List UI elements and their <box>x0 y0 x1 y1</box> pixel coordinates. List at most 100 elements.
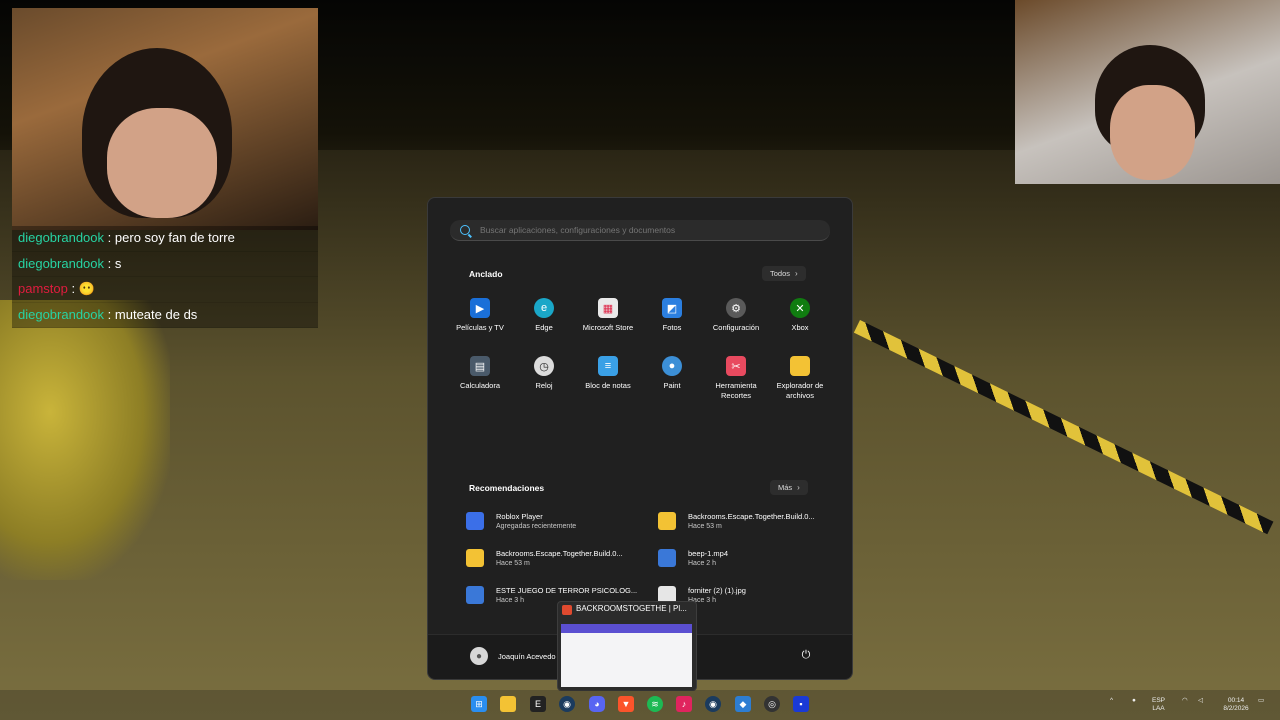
discord-icon[interactable]: ◕ <box>589 696 605 712</box>
windows-icon[interactable]: ⊞ <box>471 696 487 712</box>
chat-message: diegobrandook : pero soy fan de torre <box>12 226 318 252</box>
rec-time: Hace 53 m <box>496 560 530 567</box>
search-icon <box>460 225 470 235</box>
user-account-button[interactable]: ● Joaquín Acevedo <box>470 647 556 665</box>
epic-games-icon[interactable]: E <box>530 696 546 712</box>
pinned-app[interactable]: ▤ Calculadora <box>448 356 512 404</box>
pinned-app[interactable]: e Edge <box>512 298 576 346</box>
chat-emote: 😶 <box>78 281 95 296</box>
microphone-icon[interactable]: ● <box>1132 697 1136 705</box>
clock-time: 00:14 <box>1227 697 1245 704</box>
chat-message: diegobrandook : s <box>12 251 318 277</box>
steam-icon[interactable]: ◉ <box>705 696 721 712</box>
app-label: Configuración <box>712 323 760 332</box>
file-explorer-icon[interactable] <box>500 696 516 712</box>
start-search-input[interactable] <box>478 224 822 236</box>
tray-overflow-icon[interactable]: ^ <box>1110 697 1113 705</box>
volume-icon[interactable]: ◁ <box>1198 697 1203 705</box>
recommended-item[interactable]: beep-1.mp4 Hace 2 h <box>658 547 836 569</box>
start-search-box[interactable] <box>450 220 830 241</box>
calculator-icon: ▤ <box>470 356 490 376</box>
thumbnail-header <box>561 624 692 633</box>
chat-username: diegobrandook <box>18 255 105 271</box>
taskbar-window-preview[interactable]: BACKROOMSTOGETHE | Pl... <box>557 601 697 691</box>
clock-icon: ◷ <box>534 356 554 376</box>
pinned-apps-grid: ▶ Películas y TV e Edge ▦ Microsoft Store ◩… <box>448 298 832 404</box>
streamer-face <box>107 108 217 218</box>
steam-icon[interactable]: ◉ <box>559 696 575 712</box>
video-file-icon <box>658 549 676 567</box>
taskbar <box>0 690 1280 720</box>
pinned-app[interactable]: ▶ Películas y TV <box>448 298 512 346</box>
preview-thumbnail <box>561 624 692 687</box>
app-label: Bloc de notas <box>585 381 631 390</box>
preview-title: BACKROOMSTOGETHE | Pl... <box>576 604 687 613</box>
more-button[interactable]: Más › <box>770 480 808 495</box>
chat-username: diegobrandook <box>18 230 105 245</box>
chat-text: pero soy fan de torre <box>114 230 235 245</box>
pinned-app[interactable]: ✕ Xbox <box>768 298 832 346</box>
game-character <box>0 300 170 580</box>
user-avatar-icon: ● <box>470 647 488 665</box>
recommended-item[interactable]: Backrooms.Escape.Together.Build.0... Hace… <box>466 547 658 569</box>
all-apps-label: Todos <box>770 269 791 278</box>
rec-name: beep-1.mp4 <box>688 549 729 558</box>
brave-icon <box>562 605 572 615</box>
pinned-app[interactable]: ● Paint <box>640 356 704 404</box>
recommended-item[interactable]: Roblox Player Agregadas recientemente <box>466 510 658 532</box>
chat-message: pamstop : 😶 <box>12 277 318 303</box>
app-label: Xbox <box>791 323 809 332</box>
clock-date: 8/2/2026 <box>1223 705 1249 712</box>
defender-icon[interactable]: ◆ <box>735 696 751 712</box>
gear-icon: ⚙ <box>726 298 746 318</box>
power-icon[interactable]: ⏻ <box>800 649 812 661</box>
obs-icon[interactable]: ◎ <box>764 696 780 712</box>
streamer-face <box>1110 85 1195 180</box>
app-icon[interactable]: ▪ <box>793 696 809 712</box>
keyboard-layout: LAA <box>1152 705 1165 712</box>
app-label: Edge <box>535 323 553 332</box>
notepad-icon: ≡ <box>598 356 618 376</box>
wifi-icon[interactable]: ◠ <box>1182 697 1188 705</box>
rec-name: forniter (2) (1).jpg <box>688 586 746 595</box>
app-label: Reloj <box>535 381 553 390</box>
language-code: ESP <box>1152 697 1166 704</box>
edge-icon: e <box>534 298 554 318</box>
notifications-icon[interactable]: ▭ <box>1258 697 1264 705</box>
chat-text: muteate de ds <box>114 306 198 322</box>
rec-time: Hace 53 m <box>688 523 722 530</box>
pinned-app[interactable]: ✂ Herramienta Recortes <box>704 356 768 404</box>
rec-name: Roblox Player <box>496 512 543 521</box>
recommended-title: Recomendaciones <box>469 483 545 493</box>
pinned-app[interactable]: ◩ Fotos <box>640 298 704 346</box>
tiktok-icon[interactable]: ♪ <box>676 696 692 712</box>
chat-separator: : <box>107 230 112 245</box>
chat-separator: : <box>107 306 112 322</box>
paint-icon: ● <box>662 356 682 376</box>
photos-icon: ◩ <box>662 298 682 318</box>
app-label: Paint <box>663 381 681 390</box>
webcam-right <box>1015 0 1280 184</box>
more-label: Más <box>778 483 793 492</box>
brave-icon[interactable]: ▼ <box>618 696 634 712</box>
all-apps-button[interactable]: Todos › <box>762 266 806 281</box>
pinned-app[interactable]: ⚙ Configuración <box>704 298 768 346</box>
pinned-app[interactable]: ▦ Microsoft Store <box>576 298 640 346</box>
clock[interactable]: 00:14 8/2/2026 <box>1216 697 1256 713</box>
pinned-app[interactable]: Explorador de archivos <box>768 356 832 404</box>
pinned-app[interactable]: ≡ Bloc de notas <box>576 356 640 404</box>
recommended-item[interactable]: Backrooms.Escape.Together.Build.0... Hace… <box>658 510 836 532</box>
language-indicator[interactable]: ESP LAA <box>1152 697 1165 713</box>
chat-username: pamstop <box>18 281 68 296</box>
rec-name: Backrooms.Escape.Together.Build.0... <box>688 512 815 521</box>
spotify-icon[interactable]: ≋ <box>647 696 663 712</box>
pinned-app[interactable]: ◷ Reloj <box>512 356 576 404</box>
film-icon: ▶ <box>470 298 490 318</box>
chat-text: s <box>114 255 122 271</box>
folder-icon <box>658 512 676 530</box>
app-label: Calculadora <box>459 381 501 390</box>
rec-time: Hace 2 h <box>688 560 717 567</box>
snipping-icon: ✂ <box>726 356 746 376</box>
pinned-title: Anclado <box>469 269 503 279</box>
rec-name: Backrooms.Escape.Together.Build.0... <box>496 549 623 558</box>
